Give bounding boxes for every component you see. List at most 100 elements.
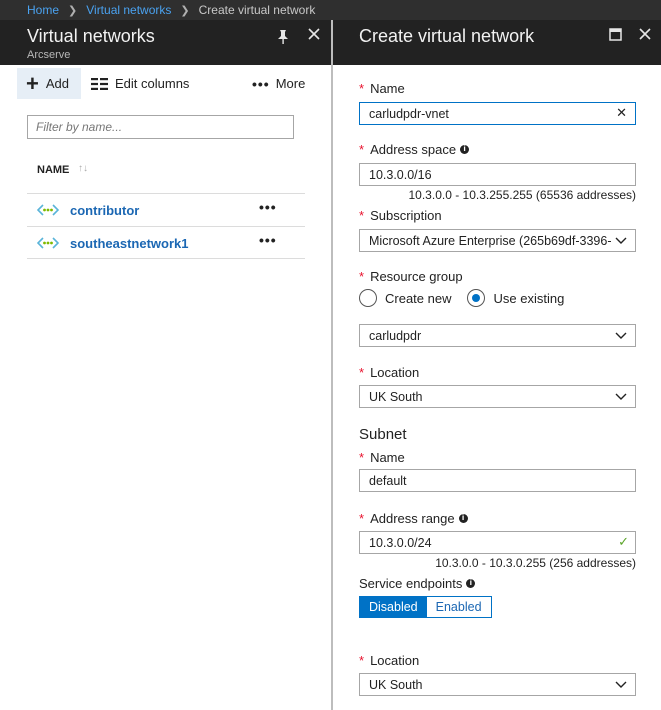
address-space-label: * Address space i: [359, 142, 470, 157]
checkmark-icon: ✓: [618, 534, 629, 549]
location-label: * Location: [359, 365, 419, 380]
plus-icon: +: [26, 70, 39, 96]
subnet-name-label: * Name: [359, 450, 405, 465]
row-ellipsis-icon[interactable]: •••: [259, 199, 277, 215]
create-new-radio[interactable]: [359, 289, 377, 307]
enabled-option[interactable]: Enabled: [426, 597, 491, 617]
add-label: Add: [45, 76, 69, 91]
resource-group-label: * Resource group: [359, 269, 463, 284]
add-button[interactable]: + Add: [17, 68, 81, 99]
subscription-value: Microsoft Azure Enterprise (265b69df-339…: [369, 233, 612, 248]
table-row[interactable]: southeastnetwork1 •••: [27, 226, 305, 259]
ellipsis-icon: •••: [252, 75, 270, 92]
more-label: More: [275, 76, 306, 91]
row-ellipsis-icon[interactable]: •••: [259, 232, 277, 248]
required-asterisk: *: [359, 450, 365, 465]
use-existing-radio[interactable]: [467, 289, 486, 307]
chevron-down-icon: [615, 332, 627, 339]
location-label-text: Location: [370, 365, 420, 380]
subnet-name-label-text: Name: [370, 450, 405, 465]
address-range-label-text: Address range: [370, 511, 455, 526]
blade-header: Create virtual network: [333, 20, 661, 65]
required-asterisk: *: [359, 269, 365, 284]
edit-columns-button[interactable]: Edit columns: [91, 68, 189, 99]
name-label-text: Name: [370, 81, 405, 96]
name-label: * Name: [359, 81, 405, 96]
name-input-value: carludpdr-vnet: [369, 106, 449, 121]
location-value: UK South: [369, 389, 423, 404]
resource-group-radio-group: Create new Use existing: [359, 288, 564, 308]
location-select[interactable]: UK South: [359, 673, 636, 696]
service-endpoints-label-text: Service endpoints: [359, 576, 463, 591]
name-input[interactable]: carludpdr-vnet ✕: [359, 102, 636, 125]
required-asterisk: *: [359, 81, 365, 96]
breadcrumb: Home ❯ Virtual networks ❯ Create virtual…: [0, 0, 661, 20]
address-range-value: 10.3.0.0/24: [369, 535, 432, 550]
chevron-down-icon: [615, 393, 627, 400]
required-asterisk: *: [359, 511, 365, 526]
breadcrumb-separator-icon: ❯: [68, 4, 78, 17]
breadcrumb-virtual-networks[interactable]: Virtual networks: [86, 3, 171, 17]
command-bar: + Add Edit columns ••• More: [0, 65, 331, 103]
address-space-hint: 10.3.0.0 - 10.3.255.255 (65536 addresses…: [408, 188, 637, 202]
more-button[interactable]: ••• More: [252, 68, 305, 99]
clear-icon[interactable]: ✕: [616, 105, 627, 121]
chevron-down-icon: [615, 237, 627, 244]
subnet-name-value: default: [369, 473, 407, 488]
sort-icon[interactable]: ↑↓: [78, 163, 88, 174]
create-new-label[interactable]: Create new: [385, 291, 451, 306]
blade-title: Virtual networks: [27, 26, 155, 46]
address-range-input[interactable]: 10.3.0.0/24 ✓: [359, 531, 636, 554]
columns-icon: [91, 77, 108, 90]
table-row[interactable]: contributor •••: [27, 193, 305, 226]
virtual-network-icon: [37, 204, 59, 216]
info-icon[interactable]: i: [458, 514, 468, 523]
info-icon[interactable]: i: [460, 145, 470, 154]
location-label: * Location: [359, 653, 419, 668]
address-space-value: 10.3.0.0/16: [369, 167, 432, 182]
resource-group-value: carludpdr: [369, 328, 422, 343]
azure-portal: Home ❯ Virtual networks ❯ Create virtual…: [0, 0, 661, 710]
address-range-hint: 10.3.0.0 - 10.3.0.255 (256 addresses): [435, 556, 636, 570]
subscription-label: * Subscription: [359, 208, 442, 223]
subnet-section-title: Subnet: [359, 426, 407, 443]
filter-input[interactable]: [27, 115, 294, 139]
resource-group-select[interactable]: carludpdr: [359, 324, 636, 347]
close-icon[interactable]: [307, 27, 321, 46]
create-virtual-network-blade: Create virtual network * Name carludpdr-…: [333, 20, 661, 710]
column-header-name[interactable]: NAME: [37, 164, 69, 176]
location-select[interactable]: UK South: [359, 385, 636, 408]
disabled-option[interactable]: Disabled: [360, 597, 427, 617]
info-icon[interactable]: i: [466, 579, 476, 588]
subscription-select[interactable]: Microsoft Azure Enterprise (265b69df-339…: [359, 229, 636, 252]
breadcrumb-separator-icon: ❯: [180, 4, 190, 17]
service-endpoints-label: Service endpoints i: [359, 576, 476, 591]
location-label-text: Location: [370, 653, 420, 668]
required-asterisk: *: [359, 208, 365, 223]
required-asterisk: *: [359, 365, 365, 380]
address-space-label-text: Address space: [370, 142, 457, 157]
blade-title: Create virtual network: [359, 26, 535, 46]
row-name-link[interactable]: contributor: [70, 203, 139, 218]
address-space-input[interactable]: 10.3.0.0/16: [359, 163, 636, 186]
breadcrumb-current: Create virtual network: [198, 3, 316, 17]
chevron-down-icon: [615, 681, 627, 688]
required-asterisk: *: [359, 142, 365, 157]
virtual-network-icon: [37, 237, 59, 249]
pin-icon[interactable]: [276, 29, 290, 50]
blade-subtitle: Arcserve: [27, 49, 71, 61]
virtual-networks-blade: Virtual networks Arcserve + Add Edit col…: [0, 20, 331, 710]
subscription-label-text: Subscription: [370, 208, 442, 223]
subnet-name-input[interactable]: default: [359, 469, 636, 492]
service-endpoints-toggle: Disabled Enabled: [359, 596, 492, 618]
resource-group-label-text: Resource group: [370, 269, 463, 284]
required-asterisk: *: [359, 653, 365, 668]
blade-header: Virtual networks Arcserve: [0, 20, 331, 65]
close-icon[interactable]: [638, 27, 652, 46]
address-range-label: * Address range i: [359, 511, 468, 526]
edit-columns-label: Edit columns: [115, 76, 190, 91]
use-existing-label[interactable]: Use existing: [493, 291, 564, 306]
maximize-icon[interactable]: [609, 28, 622, 46]
row-name-link[interactable]: southeastnetwork1: [70, 236, 188, 251]
breadcrumb-home[interactable]: Home: [27, 3, 59, 17]
